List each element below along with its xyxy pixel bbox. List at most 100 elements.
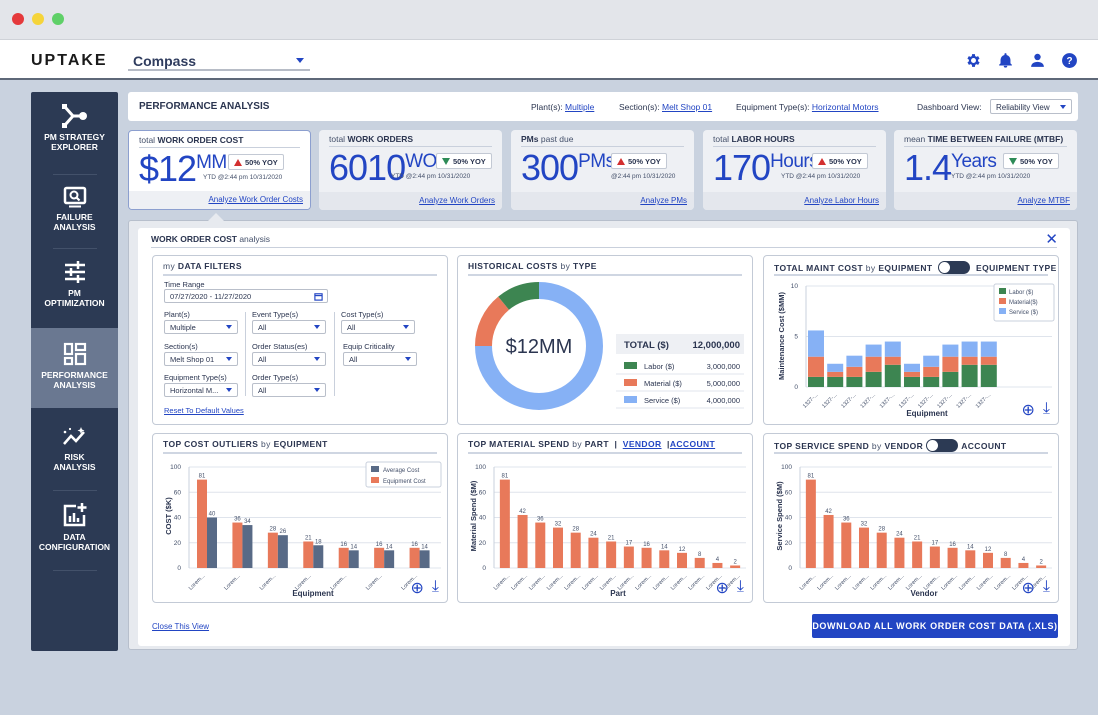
account-toggle[interactable]: [926, 439, 959, 452]
x-tick-label: Lorem...: [670, 573, 689, 592]
close-icon[interactable]: ✕: [1045, 230, 1058, 248]
x-tick-label: Lorem...: [188, 573, 207, 592]
download-icon[interactable]: ⤓: [1043, 578, 1050, 598]
account-link[interactable]: ACCOUNT: [670, 439, 715, 449]
x-tick-label: Lorem...: [688, 573, 707, 592]
x-tick-label: Lorem...: [852, 573, 871, 592]
kpi-card[interactable]: total WORK ORDERS 6010WOs 50% YOY YTD @2…: [319, 130, 502, 210]
x-tick-label: Lorem...: [994, 573, 1013, 592]
dashboard-view-select[interactable]: Reliability View: [990, 99, 1072, 114]
data-label: 12: [679, 547, 686, 553]
kpi-analyze-link[interactable]: Analyze Work Order Costs: [208, 195, 303, 204]
filter-select[interactable]: Horizontal M...: [164, 383, 238, 397]
user-icon[interactable]: [1029, 52, 1046, 69]
chevron-down-icon: [314, 357, 320, 361]
bar-segment: [923, 376, 940, 387]
y-tick-label: 100: [170, 464, 181, 471]
close-view-link[interactable]: Close This View: [152, 622, 209, 631]
kpi-card[interactable]: mean TIME BETWEEN FAILURE (MTBF) 1.4Year…: [894, 130, 1077, 210]
bar: [303, 541, 314, 568]
sidebar-item-label: ANALYSIS: [53, 222, 96, 232]
kpi-card[interactable]: PMs past due 300PMs 50% YOY @2:44 pm 10/…: [511, 130, 694, 210]
window-maximize-button[interactable]: [52, 13, 64, 25]
legend-swatch: [371, 466, 379, 472]
bar: [606, 541, 617, 568]
bar: [965, 550, 976, 568]
kpi-title: total LABOR HOURS: [713, 134, 795, 144]
app-selector[interactable]: Compass: [128, 50, 310, 71]
filter-label: Plant(s): [164, 310, 190, 319]
legend-label: Labor ($): [1009, 290, 1033, 296]
kpi-unit: Years: [951, 151, 997, 172]
vendor-link[interactable]: VENDOR: [623, 439, 662, 449]
data-label: 42: [519, 509, 526, 515]
filter-label: Equip Criticality: [343, 342, 395, 351]
x-tick-label: Lorem...: [940, 573, 959, 592]
sidebar-item-pm-optimization[interactable]: PM OPTIMIZATION: [31, 260, 118, 322]
x-tick-label: 1327-...: [802, 392, 820, 410]
filter-select[interactable]: All: [341, 320, 415, 334]
chevron-down-icon: [405, 357, 411, 361]
filter-select[interactable]: All: [343, 352, 417, 366]
help-icon[interactable]: ?: [1061, 52, 1078, 69]
download-icon[interactable]: ⤓: [1043, 400, 1050, 420]
sidebar-item-performance-analysis[interactable]: PERFORMANCE ANALYSIS: [31, 328, 118, 408]
zoom-in-icon[interactable]: ⊕: [1022, 400, 1035, 420]
filter-select[interactable]: Multiple: [164, 320, 238, 334]
bar-segment: [942, 344, 959, 357]
y-tick-label: 20: [174, 540, 182, 547]
data-label: 28: [572, 527, 579, 533]
data-label: 81: [502, 474, 509, 480]
kpi-analyze-link[interactable]: Analyze Work Orders: [419, 196, 495, 205]
window-minimize-button[interactable]: [32, 13, 44, 25]
equipment-type-link[interactable]: Horizontal Motors: [812, 102, 879, 112]
bell-icon[interactable]: [997, 52, 1014, 69]
sidebar-item-failure-analysis[interactable]: FAILURE ANALYSIS: [31, 186, 118, 246]
gear-icon[interactable]: [965, 52, 982, 69]
uptake-logo: UPTAKE: [31, 52, 108, 69]
download-icon[interactable]: ⤓: [432, 578, 439, 598]
window-titlebar: [0, 0, 1098, 40]
bar: [348, 550, 359, 568]
kpi-card[interactable]: total LABOR HOURS 170Hours 50% YOY YTD @…: [703, 130, 886, 210]
time-range-input[interactable]: 07/27/2020 - 11/27/2020: [164, 289, 328, 303]
download-icon[interactable]: ⤓: [737, 578, 744, 598]
plants-link[interactable]: Multiple: [565, 102, 594, 112]
top-service-spend-card: TOP SERVICE SPEND by VENDOR ACCOUNT 0 20 40…: [763, 433, 1059, 603]
filter-select[interactable]: Melt Shop 01: [164, 352, 238, 366]
bar: [409, 547, 420, 568]
bar-segment: [942, 371, 959, 387]
data-label: 28: [270, 527, 277, 533]
data-label: 40: [209, 512, 216, 518]
data-label: 32: [555, 522, 562, 528]
bar-segment: [808, 376, 824, 387]
kpi-analyze-link[interactable]: Analyze MTBF: [1018, 196, 1070, 205]
triangle-up-icon: [234, 159, 242, 166]
x-tick-label: Lorem...: [834, 573, 853, 592]
sections-link[interactable]: Melt Shop 01: [662, 102, 712, 112]
yoy-badge: 50% YOY: [611, 153, 667, 169]
kpi-analyze-link[interactable]: Analyze PMs: [640, 196, 687, 205]
total-label: TOTAL ($): [624, 340, 669, 351]
zoom-in-icon[interactable]: ⊕: [716, 578, 729, 598]
reset-defaults-link[interactable]: Reset To Default Values: [164, 406, 244, 415]
legend-label: Service ($): [1009, 310, 1038, 316]
data-label: 14: [421, 544, 428, 550]
download-all-button[interactable]: DOWNLOAD ALL WORK ORDER COST DATA (.XLS): [812, 614, 1058, 638]
dashboard-icon: [63, 342, 86, 366]
equipment-type-toggle[interactable]: [938, 261, 971, 274]
filter-select[interactable]: All: [252, 352, 326, 366]
sidebar-item-data-configuration[interactable]: DATA CONFIGURATION: [31, 502, 118, 566]
kpi-title: total WORK ORDER COST: [139, 135, 244, 145]
window-close-button[interactable]: [12, 13, 24, 25]
data-filters-card: my DATA FILTERS Time Range 07/27/2020 - …: [152, 255, 448, 425]
zoom-in-icon[interactable]: ⊕: [1022, 578, 1035, 598]
top-bar: UPTAKE Compass ?: [0, 40, 1098, 80]
filter-select[interactable]: All: [252, 383, 326, 397]
filter-select[interactable]: All: [252, 320, 326, 334]
sidebar-item-pm-strategy-explorer[interactable]: PM STRATEGY EXPLORER: [31, 104, 118, 170]
sidebar-item-risk-analysis[interactable]: RISK ANALYSIS: [31, 426, 118, 488]
zoom-in-icon[interactable]: ⊕: [411, 578, 424, 598]
kpi-card[interactable]: total WORK ORDER COST $12MM 50% YOY YTD …: [128, 130, 311, 210]
kpi-analyze-link[interactable]: Analyze Labor Hours: [804, 196, 879, 205]
